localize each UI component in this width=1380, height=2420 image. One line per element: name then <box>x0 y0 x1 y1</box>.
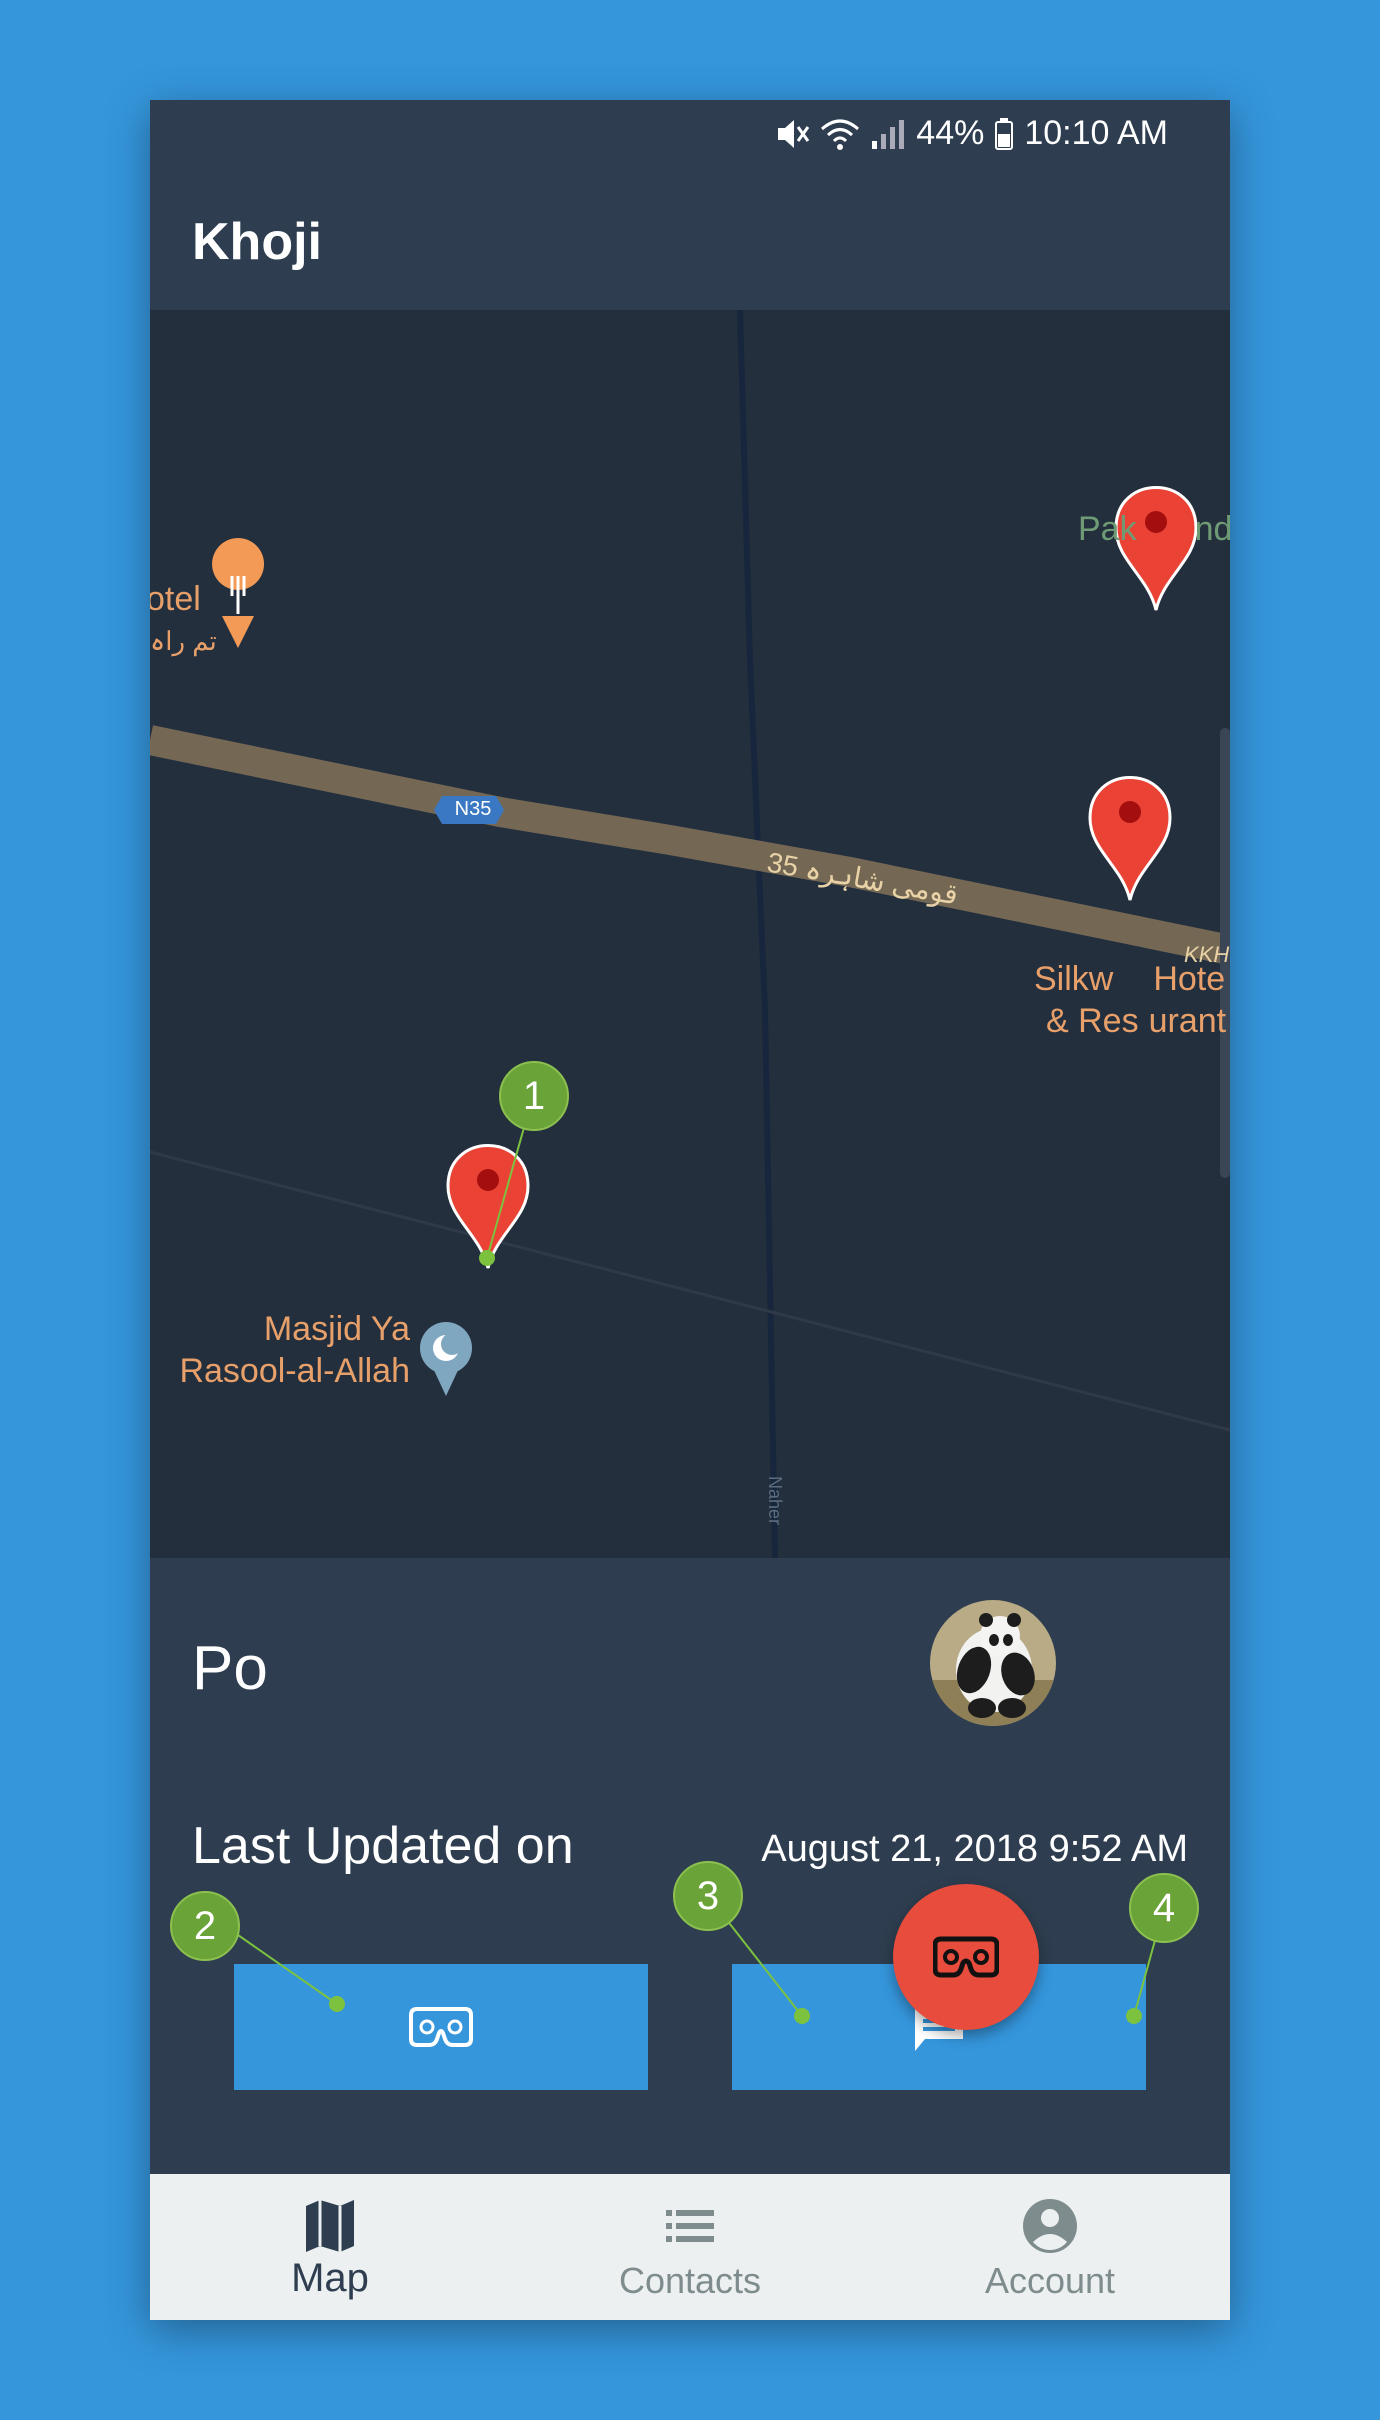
wifi-icon <box>821 119 860 150</box>
signal-icon <box>872 119 905 149</box>
map-label-silkway-1-tail: Hote <box>1153 960 1226 998</box>
status-bar: 44% 10:10 AM <box>150 100 1230 170</box>
nav-item-contacts[interactable]: Contacts <box>510 2174 870 2320</box>
last-updated-value: August 21, 2018 9:52 AM <box>761 1828 1188 1870</box>
app-title: Khoji <box>192 213 322 271</box>
nav-label-contacts: Contacts <box>618 2260 762 2301</box>
battery-icon <box>995 117 1014 150</box>
battery-percent: 44% <box>916 114 985 152</box>
vr-headset-icon <box>409 2007 473 2047</box>
list-icon <box>666 2210 714 2242</box>
map-label-silkway-1: Silkw Hote <box>1034 960 1225 999</box>
canal-line <box>737 310 778 1558</box>
mosque-icon <box>420 1322 472 1396</box>
road-shield-label: N35 <box>454 798 492 820</box>
map-label-silkway-1-text: Silkw <box>1034 960 1114 998</box>
annotation-badge-1: 1 <box>499 1061 569 1131</box>
mute-icon <box>778 119 810 148</box>
map-label-silkway-2: & Res urant <box>1046 1002 1226 1041</box>
map-view[interactable]: otel تم راہ N35 قومی شاہرہ 35 Pak nd KKH … <box>150 310 1230 1558</box>
map-label-top-right: Pak nd <box>1078 510 1230 549</box>
vr-headset-icon <box>933 1936 999 1978</box>
panda-avatar-image <box>930 1600 1056 1726</box>
map-label-top-right-text: Pak <box>1078 510 1137 548</box>
map-icon <box>306 2200 354 2252</box>
account-circle-icon <box>1023 2199 1077 2253</box>
avatar[interactable] <box>930 1600 1056 1726</box>
nav-item-account[interactable]: Account <box>870 2174 1230 2320</box>
location-marker-silkway[interactable] <box>1088 776 1172 901</box>
location-marker-person[interactable] <box>446 1144 530 1269</box>
highway-n35 <box>150 725 1230 965</box>
map-label-naher: Naher <box>765 1475 786 1526</box>
map-label-masjid-2: Rasool-al-Allah <box>179 1352 410 1390</box>
view-vr-button[interactable] <box>234 1964 648 2090</box>
annotation-badge-3: 3 <box>673 1861 743 1931</box>
restaurant-icon <box>212 538 265 648</box>
clock: 10:10 AM <box>1024 114 1168 152</box>
map-label-silkway-2-tail: urant <box>1148 1002 1227 1040</box>
nav-label-account: Account <box>984 2260 1116 2301</box>
map-label-masjid-1: Masjid Ya <box>263 1310 410 1348</box>
nav-label-map: Map <box>291 2256 369 2300</box>
annotation-badge-2: 2 <box>170 1891 240 1961</box>
map-label-hotel: otel <box>150 580 201 618</box>
bottom-navigation: Map Contacts Account <box>150 2174 1230 2320</box>
nav-item-map[interactable]: Map <box>150 2174 510 2320</box>
annotation-badge-4: 4 <box>1129 1873 1199 1943</box>
vr-fab-button[interactable] <box>893 1884 1039 2030</box>
phone-screen: 44% 10:10 AM Khoji otel تم راہ N35 قومی … <box>150 100 1230 2320</box>
map-label-hotel-urdu: تم راہ <box>150 626 217 656</box>
app-bar: Khoji <box>150 170 1230 310</box>
map-label-top-right-tail: nd <box>1194 510 1230 548</box>
contact-name: Po <box>192 1634 268 1703</box>
last-updated-label: Last Updated on <box>192 1817 574 1875</box>
map-label-silkway-2-text: & Res <box>1046 1002 1139 1040</box>
